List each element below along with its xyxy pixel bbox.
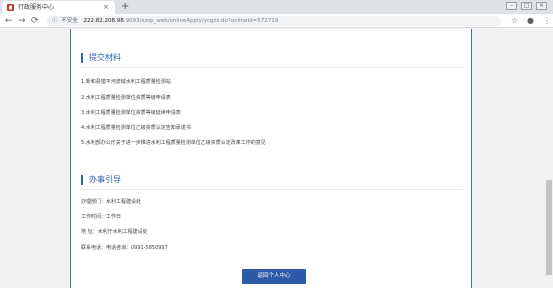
tab-title: 行政服务中心 <box>18 4 55 11</box>
material-item: 4.水利工程质量检测单位乙级资质认定告知承诺书 <box>81 125 191 131</box>
url-path: :9093/szsp_web/onlineApply/ycgzs.do?onli… <box>123 18 279 24</box>
materials-heading: 提交材料 <box>81 53 121 63</box>
material-item: 5.水利部办公厅关于进一步推进水利工程质量检测单位乙级资质认定改革工作的意见 <box>81 140 266 146</box>
guide-address: 地 址：水利厅水利工程建设处 <box>81 229 148 235</box>
browser-toolbar: ← → ⟳ ⓘ 不安全 222.82.208.98:9093/szsp_web/… <box>0 14 553 28</box>
guide-department: 办理部门：水利工程建设处 <box>81 199 142 205</box>
page-scrollbar[interactable] <box>545 29 553 288</box>
window-minimize-button[interactable]: – <box>506 2 517 10</box>
site-favicon-icon <box>7 4 14 11</box>
material-item: 3.水利工程质量检测单位资质等级延续申请表 <box>81 110 181 116</box>
bookmark-star-icon[interactable]: ☆ <box>511 14 518 28</box>
back-arrow-icon[interactable]: ← <box>5 14 13 28</box>
security-label: 不安全 <box>61 18 78 24</box>
scrollbar-thumb[interactable] <box>546 180 552 275</box>
material-item: 2.水利工程质量检测单位资质等级申请表 <box>81 95 171 101</box>
window-close-button[interactable]: × <box>536 2 547 10</box>
browser-menu-icon[interactable]: ⋮ <box>543 14 551 28</box>
materials-divider <box>81 67 463 68</box>
page-viewport: 提交材料 1.新和县猎平河流域水利工程质量检测站 2.水利工程质量检测单位资质等… <box>0 29 553 288</box>
address-bar[interactable]: ⓘ 不安全 222.82.208.98:9093/szsp_web/online… <box>46 16 501 26</box>
material-item: 1.新和县猎平河流域水利工程质量检测站 <box>81 79 171 85</box>
browser-tabstrip: 行政服务中心 × + – □ × <box>0 0 553 14</box>
return-to-personal-center-button[interactable]: 返回个人中心 <box>242 269 306 284</box>
url-host: 222.82.208.98 <box>83 18 124 24</box>
tab-close-icon[interactable]: × <box>103 1 109 14</box>
guide-divider <box>81 189 463 190</box>
browser-tab[interactable]: 行政服务中心 × <box>2 1 115 14</box>
account-icon[interactable]: ● <box>527 14 534 28</box>
reload-icon[interactable]: ⟳ <box>31 14 39 28</box>
new-tab-button[interactable]: + <box>121 0 129 14</box>
forward-arrow-icon[interactable]: → <box>18 14 26 28</box>
guide-phone: 联系电话：电话咨询：0991-5850997 <box>81 245 168 251</box>
content-panel: 提交材料 1.新和县猎平河流域水利工程质量检测站 2.水利工程质量检测单位资质等… <box>70 29 472 288</box>
info-icon[interactable]: ⓘ <box>52 18 58 24</box>
guide-heading: 办事引导 <box>81 175 121 185</box>
window-maximize-button[interactable]: □ <box>521 2 532 10</box>
guide-hours: 工作时间：工作日 <box>81 214 122 220</box>
